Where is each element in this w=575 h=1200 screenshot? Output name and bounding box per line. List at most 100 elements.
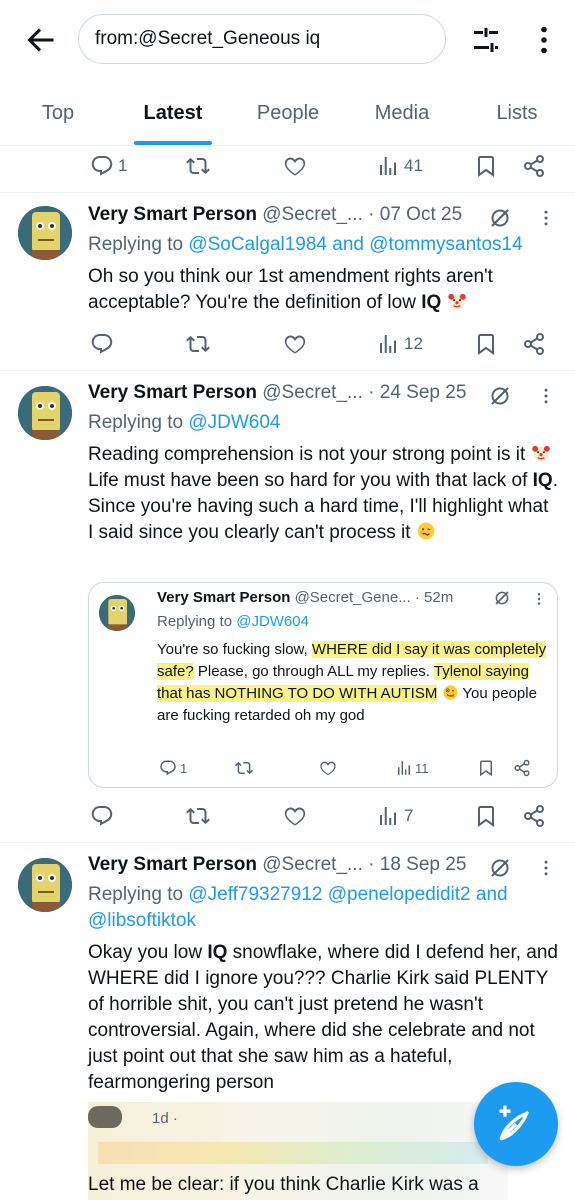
- clown-emoji: [447, 291, 467, 311]
- tweet-actions: 7: [0, 796, 575, 836]
- retweet-button[interactable]: [186, 324, 210, 364]
- replying-label: Replying to: [88, 884, 184, 905]
- divider: [0, 842, 575, 843]
- reply-button[interactable]: [90, 796, 114, 836]
- share-icon: [522, 154, 546, 178]
- reply-mentions-link[interactable]: @SoCalgal1984 and @tommysantos14: [188, 234, 522, 255]
- avatar: [88, 1106, 122, 1128]
- text-part: Life must have been so hard for you with…: [88, 470, 528, 491]
- tweet-text: Reading comprehension is not your strong…: [88, 442, 558, 546]
- grok-icon[interactable]: [488, 856, 512, 885]
- avatar[interactable]: [18, 386, 72, 440]
- bookmark-button[interactable]: [474, 796, 498, 836]
- quoted-tweet-image[interactable]: Very Smart Person @Secret_Gene... · 52m …: [88, 582, 558, 788]
- grok-icon[interactable]: [488, 384, 512, 413]
- quoted-name: Very Smart Person: [157, 589, 291, 606]
- bookmark-icon: [474, 332, 498, 356]
- handle-date: @Secret_... · 24 Sep 25: [262, 382, 467, 403]
- like-icon: [283, 332, 307, 356]
- avatar[interactable]: [18, 858, 72, 912]
- views-icon: 11: [395, 753, 429, 783]
- more-vertical-icon[interactable]: [530, 22, 558, 58]
- views-button[interactable]: 12: [376, 324, 423, 364]
- views-count: 41: [404, 156, 423, 175]
- active-tab-indicator: [134, 141, 212, 145]
- text-part: You're so fucking slow,: [157, 641, 312, 658]
- tab-media[interactable]: Media: [362, 80, 442, 146]
- tweet-actions: 1 41: [0, 146, 575, 186]
- tab-latest[interactable]: Latest: [132, 80, 214, 146]
- more-icon[interactable]: [536, 208, 556, 233]
- grok-icon[interactable]: [488, 206, 512, 235]
- like-icon: [319, 753, 337, 783]
- bookmark-icon: [474, 804, 498, 828]
- reply-mentions-link[interactable]: @libsoftiktok: [88, 910, 196, 931]
- reply-count: 1: [118, 156, 128, 175]
- image-decoration: [98, 1142, 488, 1164]
- display-name[interactable]: Very Smart Person: [88, 854, 257, 875]
- tab-people[interactable]: People: [244, 80, 332, 146]
- like-button[interactable]: [283, 146, 307, 186]
- retweet-button[interactable]: [186, 146, 210, 186]
- reply-icon: 1: [159, 753, 187, 783]
- views-icon: [376, 332, 400, 356]
- reply-icon: [90, 804, 114, 828]
- tweet[interactable]: Very Smart Person @Secret_... · 07 Oct 2…: [0, 204, 575, 364]
- reply-button[interactable]: 1: [90, 146, 127, 186]
- retweet-icon: [186, 804, 210, 828]
- text-part: snowflake, where did I defend her, and W…: [88, 942, 558, 1093]
- search-input[interactable]: from:@Secret_Geneous iq: [78, 14, 446, 64]
- bookmark-icon: [474, 154, 498, 178]
- bold-text: IQ: [532, 470, 553, 491]
- image-timestamp: 1d ·: [152, 1110, 178, 1127]
- like-button[interactable]: [283, 324, 307, 364]
- top-bar: from:@Secret_Geneous iq: [0, 0, 575, 80]
- share-button[interactable]: [522, 146, 546, 186]
- woozy-emoji: [416, 521, 436, 541]
- views-icon: [376, 804, 400, 828]
- search-tabs: Top Latest People Media Lists: [0, 80, 575, 146]
- tweet-text: Oh so you think our 1st amendment rights…: [88, 264, 558, 316]
- compose-button[interactable]: [474, 1082, 558, 1166]
- more-icon[interactable]: [536, 386, 556, 411]
- more-icon[interactable]: [536, 858, 556, 883]
- tweet[interactable]: Very Smart Person @Secret_... · 24 Sep 2…: [0, 380, 575, 840]
- share-icon: [513, 753, 531, 783]
- retweet-icon: [235, 753, 253, 783]
- retweet-button[interactable]: [186, 796, 210, 836]
- tweet-text: Okay you low IQ snowflake, where did I d…: [88, 940, 558, 1096]
- replying-to: Replying to @Jeff79327912 @penelopedidit…: [88, 882, 558, 934]
- text-part: Reading comprehension is not your strong…: [88, 444, 526, 465]
- views-count: 11: [415, 760, 429, 776]
- quoted-text: You're so fucking slow, WHERE did I say …: [157, 639, 549, 727]
- share-button[interactable]: [522, 324, 546, 364]
- display-name[interactable]: Very Smart Person: [88, 204, 257, 225]
- views-button[interactable]: 7: [376, 796, 413, 836]
- bold-text: IQ: [207, 942, 228, 963]
- reply-mentions-link[interactable]: @JDW604: [188, 412, 280, 433]
- replying-to: Replying to @SoCalgal1984 and @tommysant…: [88, 232, 523, 258]
- reply-mentions-link[interactable]: @Jeff79327912 @penelopedidit2 and: [188, 884, 507, 905]
- filter-icon[interactable]: [468, 22, 504, 58]
- reply-button[interactable]: [90, 324, 114, 364]
- views-button[interactable]: 41: [376, 146, 423, 186]
- display-name[interactable]: Very Smart Person: [88, 382, 257, 403]
- bookmark-button[interactable]: [474, 324, 498, 364]
- tab-top[interactable]: Top: [18, 80, 98, 146]
- handle-date: @Secret_... · 07 Oct 25: [262, 204, 463, 225]
- bookmark-button[interactable]: [474, 146, 498, 186]
- avatar: [99, 595, 135, 631]
- text-part: Please, go through ALL my replies.: [193, 663, 434, 680]
- share-button[interactable]: [522, 796, 546, 836]
- clown-emoji: [531, 443, 551, 463]
- views-count: 12: [404, 334, 423, 353]
- retweet-icon: [186, 332, 210, 356]
- zany-emoji: [442, 684, 459, 701]
- back-arrow-icon[interactable]: [22, 22, 58, 58]
- avatar[interactable]: [18, 206, 72, 260]
- tab-lists[interactable]: Lists: [482, 80, 552, 146]
- handle-date: @Secret_... · 18 Sep 25: [262, 854, 467, 875]
- like-button[interactable]: [283, 796, 307, 836]
- attached-image[interactable]: 1d · Let me be clear: if you think Charl…: [88, 1102, 508, 1200]
- replying-label: Replying to: [88, 234, 184, 255]
